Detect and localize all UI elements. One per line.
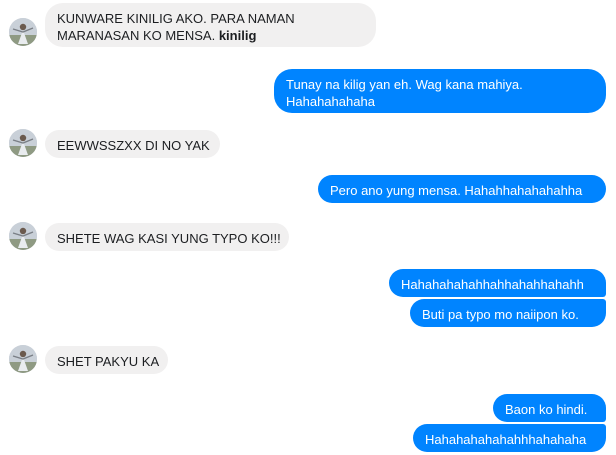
contact-avatar-icon[interactable]	[9, 129, 37, 157]
outgoing-message[interactable]: Pero ano yung mensa. Hahahhahahahahha	[318, 175, 606, 203]
message-text: Tunay na kilig yan eh. Wag kana mahiya.	[286, 77, 523, 92]
message-text: Baon ko hindi.	[505, 402, 588, 417]
message-text: KUNWARE KINILIG AKO. PARA NAMAN	[57, 11, 295, 26]
message-text-bold: kinilig	[218, 28, 257, 43]
incoming-message[interactable]: SHET PAKYU KA	[45, 346, 168, 374]
message-text-line-2: MARANASAN KO MENSA. kinilig	[57, 28, 257, 43]
message-text: Hahahahahahahhhahahaha	[425, 432, 587, 447]
contact-avatar-icon[interactable]	[9, 18, 37, 46]
message-text: SHETE WAG KASI YUNG TYPO KO!!!	[57, 231, 281, 246]
outgoing-message[interactable]: Tunay na kilig yan eh. Wag kana mahiya. …	[274, 69, 606, 113]
message-text: SHET PAKYU KA	[57, 354, 160, 369]
message-text: Pero ano yung mensa. Hahahhahahahahha	[330, 183, 583, 198]
message-text-line-2: Hahahahahaha	[286, 94, 375, 109]
message-text: Buti pa typo mo naiipon ko.	[422, 307, 579, 322]
incoming-message[interactable]: KUNWARE KINILIG AKO. PARA NAMAN MARANASA…	[45, 3, 376, 47]
incoming-message[interactable]: SHETE WAG KASI YUNG TYPO KO!!!	[45, 223, 289, 251]
contact-avatar-icon[interactable]	[9, 345, 37, 373]
outgoing-message[interactable]: Hahahahahahahhhahahaha	[413, 424, 606, 452]
outgoing-message[interactable]: Buti pa typo mo naiipon ko.	[410, 299, 606, 327]
contact-avatar-icon[interactable]	[9, 222, 37, 250]
outgoing-message[interactable]: Baon ko hindi.	[493, 394, 606, 422]
incoming-message[interactable]: EEWWSSZXX DI NO YAK	[45, 130, 220, 158]
outgoing-message[interactable]: Hahahahahahhahhahahhahahh	[389, 269, 606, 297]
message-text: EEWWSSZXX DI NO YAK	[57, 138, 210, 153]
message-text: Hahahahahahhahhahahhahahh	[401, 277, 584, 292]
